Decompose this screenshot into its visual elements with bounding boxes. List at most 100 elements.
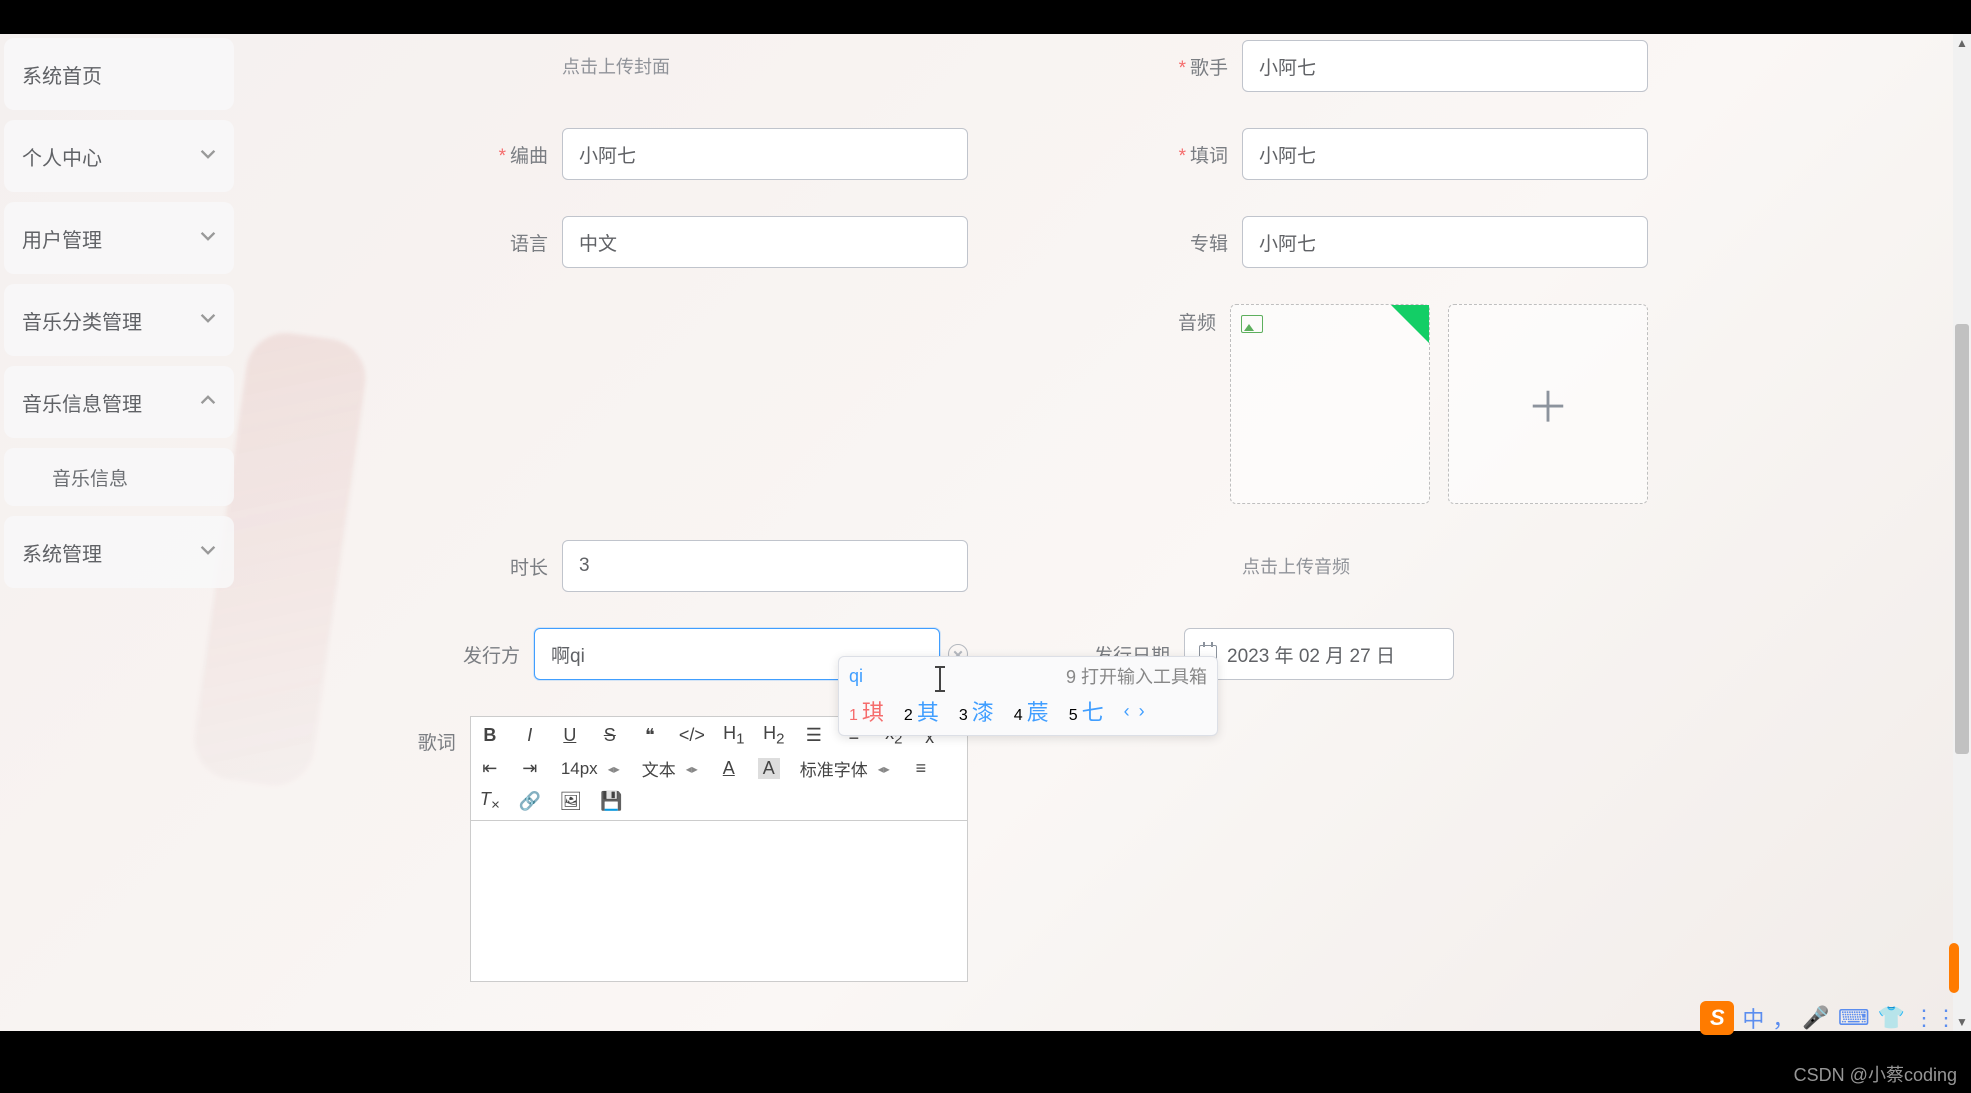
field-language: 语言 [328,216,968,268]
field-lyrics: 歌词 B I U S ❝ </> H1 H2 ☰ ≡ x2 x2 [328,716,968,982]
field-lyricist: 填词 [1008,128,1648,180]
lyricist-input[interactable] [1242,128,1648,180]
field-duration: 时长 [328,540,968,592]
h1-button[interactable]: H1 [723,723,745,748]
label-singer: 歌手 [1092,53,1242,80]
chevron-down-icon [200,541,216,564]
ime-candidate-3[interactable]: 3漆 [959,695,994,727]
field-audio: 音频 ＋ [1008,304,1648,504]
cover-upload-hint[interactable]: 点击上传封面 [562,53,968,79]
ime-pager[interactable]: ‹ › [1124,701,1147,722]
audio-add-button[interactable]: ＋ [1448,304,1648,504]
audio-upload-hint[interactable]: 点击上传音频 [1242,553,1648,579]
skin-icon[interactable]: 👕 [1878,1005,1905,1031]
sidebar-item-personal[interactable]: 个人中心 [4,120,234,192]
singer-input[interactable] [1242,40,1648,92]
outdent-button[interactable]: ⇤ [479,758,501,779]
sidebar-item-label: 用户管理 [22,224,102,253]
ime-zh-icon[interactable]: 中 [1742,1002,1764,1034]
ime-toolbox-hint[interactable]: 9 打开输入工具箱 [1066,663,1207,689]
font-family-select[interactable]: 标准字体◂▸ [798,756,892,781]
chevron-down-icon [200,309,216,332]
plus-icon: ＋ [1527,374,1569,435]
strike-button[interactable]: S [599,725,621,746]
ime-pinyin: qi [849,666,863,687]
align-button[interactable]: ≡ [910,758,932,779]
grid-icon[interactable]: ⋮⋮ [1913,1005,1957,1031]
field-arranger: 编曲 [328,128,968,180]
sogou-logo-icon[interactable]: S [1700,1001,1734,1035]
keyboard-icon[interactable]: ⌨ [1838,1005,1870,1031]
audio-uploaded-item[interactable] [1230,304,1430,504]
chevron-down-icon [200,145,216,168]
italic-button[interactable]: I [519,725,541,746]
label-audio: 音频 [1080,304,1230,335]
save-button[interactable]: 💾 [600,791,622,812]
field-cover: 点击上传封面 [328,40,968,92]
ime-candidate-5[interactable]: 5七 [1069,695,1104,727]
label-language: 语言 [412,229,562,256]
ime-candidate-4[interactable]: 4莀 [1014,695,1049,727]
sidebar-subitem-music-info[interactable]: 音乐信息 [4,448,234,506]
chevron-down-icon [200,227,216,250]
language-input[interactable] [562,216,968,268]
duration-input[interactable] [562,540,968,592]
code-button[interactable]: </> [679,725,705,746]
label-arranger: 编曲 [412,141,562,168]
taskbar-ime-panel: S 中 ， 🎤 ⌨ 👕 ⋮⋮ [1700,1001,1957,1035]
arranger-input[interactable] [562,128,968,180]
sidebar-item-label: 音乐信息 [52,464,128,491]
form-content: 点击上传封面 歌手 编曲 填词 语言 专辑 [238,34,1953,1031]
sidebar-item-users[interactable]: 用户管理 [4,202,234,274]
image-thumb-icon [1241,315,1263,333]
lyrics-textarea[interactable] [471,821,967,981]
text-style-select[interactable]: 文本◂▸ [640,756,700,781]
label-duration: 时长 [412,553,562,580]
bold-button[interactable]: B [479,725,501,746]
release-date-input[interactable]: 2023 年 02 月 27 日 [1184,628,1454,680]
scroll-up-arrow[interactable]: ▲ [1953,34,1971,52]
sidebar-item-label: 系统首页 [22,60,102,89]
sidebar-item-music-info[interactable]: 音乐信息管理 [4,366,234,438]
quote-button[interactable]: ❝ [639,725,661,746]
text-color-button[interactable]: A [718,758,740,779]
label-publisher: 发行方 [384,641,534,668]
lyrics-editor: B I U S ❝ </> H1 H2 ☰ ≡ x2 x2 ⇤ ⇥ [470,716,968,982]
label-lyrics: 歌词 [328,716,470,755]
sidebar-item-label: 个人中心 [22,142,102,171]
mic-icon[interactable]: 🎤 [1802,1005,1829,1031]
ordered-list-button[interactable]: ☰ [803,725,825,746]
ime-punct-icon[interactable]: ， [1772,1002,1794,1034]
font-size-select[interactable]: 14px◂▸ [559,759,622,779]
audio-upload-wrap: ＋ [1230,304,1648,504]
label-lyricist: 填词 [1092,141,1242,168]
watermark: CSDN @小蔡coding [1794,1061,1957,1087]
sidebar-item-label: 系统管理 [22,538,102,567]
sidebar-item-system[interactable]: 系统管理 [4,516,234,588]
field-empty [328,304,968,504]
ime-popup: qi 9 打开输入工具箱 1琪 2其 3漆 4莀 5七 ‹ › [838,656,1218,736]
sidebar: 系统首页 个人中心 用户管理 音乐分类管理 音乐信息管理 音乐信息 系统管理 [0,34,238,1031]
sidebar-item-music-category[interactable]: 音乐分类管理 [4,284,234,356]
clear-format-button[interactable]: T× [479,789,501,814]
underline-button[interactable]: U [559,725,581,746]
field-singer: 歌手 [1008,40,1648,92]
link-button[interactable]: 🔗 [519,791,541,812]
chevron-up-icon [200,391,216,414]
ime-candidates: 1琪 2其 3漆 4莀 5七 ‹ › [849,695,1207,727]
image-button[interactable]: 🖼 [559,791,582,812]
release-date-value: 2023 年 02 月 27 日 [1227,641,1395,668]
field-audio-hint: 点击上传音频 [1008,540,1648,592]
ime-candidate-1[interactable]: 1琪 [849,695,884,727]
vertical-scrollbar[interactable]: ▲ ▼ [1953,34,1971,1031]
album-input[interactable] [1242,216,1648,268]
field-album: 专辑 [1008,216,1648,268]
h2-button[interactable]: H2 [763,723,785,748]
ime-candidate-2[interactable]: 2其 [904,695,939,727]
indent-button[interactable]: ⇥ [519,758,541,779]
scrollbar-thumb[interactable] [1955,324,1969,754]
label-album: 专辑 [1092,229,1242,256]
sidebar-item-label: 音乐信息管理 [22,388,142,417]
sidebar-item-home[interactable]: 系统首页 [4,38,234,110]
highlight-button[interactable]: A [758,758,780,779]
